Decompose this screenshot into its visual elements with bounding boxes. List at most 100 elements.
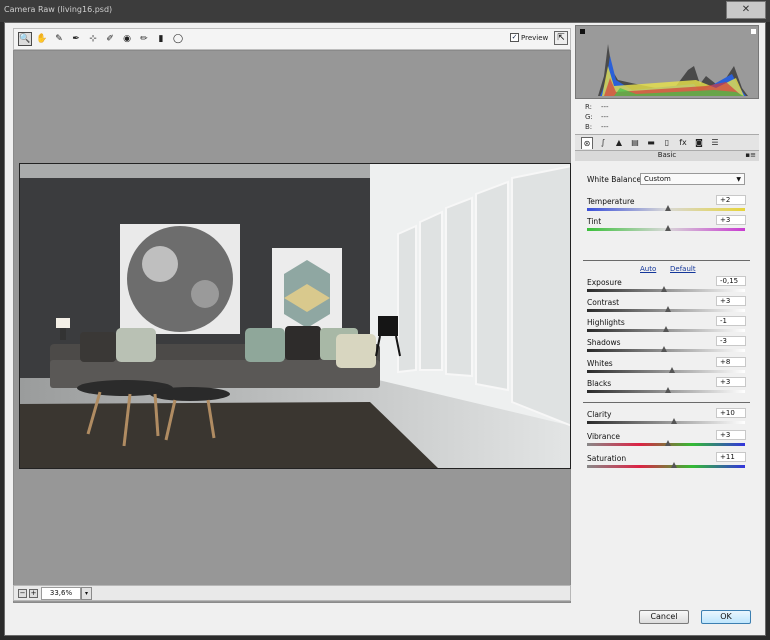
r-label: R: — [585, 103, 593, 111]
image-canvas[interactable] — [13, 50, 571, 603]
white-balance-tool-icon[interactable]: ✎ — [52, 32, 66, 46]
slider-value-temperature[interactable]: +2 — [716, 195, 746, 205]
slider-track-clarity[interactable] — [587, 418, 745, 424]
slider-track-tint[interactable] — [587, 225, 745, 231]
hand-tool-icon[interactable]: ✋ — [35, 32, 49, 46]
zoom-dropdown-icon[interactable]: ▾ — [81, 587, 92, 600]
living-room-photo — [20, 164, 570, 468]
basic-panel: White Balance: Custom ▼ Auto Default Tem… — [575, 161, 759, 601]
cancel-button[interactable]: Cancel — [639, 610, 689, 624]
preview-label: Preview — [521, 33, 549, 42]
slider-track-contrast[interactable] — [587, 306, 745, 312]
slider-value-shadows[interactable]: -3 — [716, 336, 746, 346]
slider-label-shadows: Shadows — [587, 338, 621, 347]
slider-thumb[interactable] — [664, 387, 671, 393]
slider-track-shadows[interactable] — [587, 346, 745, 352]
slider-thumb[interactable] — [664, 205, 671, 211]
ok-button[interactable]: OK — [701, 610, 751, 624]
white-balance-label: White Balance: — [587, 175, 644, 184]
slider-track-blacks[interactable] — [587, 387, 745, 393]
histogram — [575, 25, 759, 99]
slider-thumb[interactable] — [664, 225, 671, 231]
slider-value-exposure[interactable]: -0,15 — [716, 276, 746, 286]
basic-tab-icon[interactable]: ⊛ — [581, 137, 593, 149]
slider-thumb[interactable] — [661, 346, 668, 352]
image-preview[interactable] — [19, 163, 571, 469]
chevron-down-icon: ▼ — [736, 176, 741, 183]
panel-menu-icon[interactable]: ▪≡ — [745, 151, 756, 160]
camera-calibration-tab-icon[interactable]: ◙ — [693, 137, 705, 149]
effects-tab-icon[interactable]: fx — [677, 137, 689, 149]
spot-removal-tool-icon[interactable]: ✐ — [103, 32, 117, 46]
slider-thumb[interactable] — [663, 326, 669, 332]
panel-title: Basic — [657, 151, 677, 159]
auto-link[interactable]: Auto — [640, 265, 656, 273]
g-label: G: — [585, 113, 593, 121]
preview-checkbox[interactable]: ✓ — [510, 33, 519, 42]
slider-label-vibrance: Vibrance — [587, 432, 620, 441]
slider-value-tint[interactable]: +3 — [716, 215, 746, 225]
window-title: Camera Raw (living16.psd) — [4, 5, 113, 14]
slider-value-blacks[interactable]: +3 — [716, 377, 746, 387]
slider-value-vibrance[interactable]: +3 — [716, 430, 746, 440]
slider-label-blacks: Blacks — [587, 379, 612, 388]
r-value: --- — [601, 103, 609, 111]
slider-value-contrast[interactable]: +3 — [716, 296, 746, 306]
slider-label-whites: Whites — [587, 359, 613, 368]
radial-filter-icon[interactable]: ◯ — [171, 32, 185, 46]
white-balance-select[interactable]: Custom ▼ — [640, 173, 745, 185]
slider-label-temperature: Temperature — [587, 197, 635, 206]
slider-thumb[interactable] — [661, 286, 668, 292]
slider-track-whites[interactable] — [587, 367, 745, 373]
slider-thumb[interactable] — [669, 367, 676, 373]
slider-value-clarity[interactable]: +10 — [716, 408, 746, 418]
default-link[interactable]: Default — [670, 265, 696, 273]
b-label: B: — [585, 123, 593, 131]
slider-thumb[interactable] — [670, 418, 677, 424]
split-toning-tab-icon[interactable]: ▬ — [645, 137, 657, 149]
color-sampler-tool-icon[interactable]: ✒ — [69, 32, 83, 46]
slider-thumb[interactable] — [670, 462, 677, 468]
red-eye-tool-icon[interactable]: ◉ — [120, 32, 134, 46]
slider-value-saturation[interactable]: +11 — [716, 452, 746, 462]
slider-track-saturation[interactable] — [587, 462, 745, 468]
hsl-tab-icon[interactable]: ▤ — [629, 137, 641, 149]
slider-track-vibrance[interactable] — [587, 440, 745, 446]
panel-tabs: ⊛ ∫ ▲ ▤ ▬ ▯ fx ◙ ☰ — [575, 134, 759, 151]
status-bar: − + 33,6% ▾ — [13, 585, 571, 601]
tone-curve-tab-icon[interactable]: ∫ — [597, 137, 609, 149]
slider-thumb[interactable] — [664, 440, 671, 446]
slider-value-highlights[interactable]: -1 — [716, 316, 746, 326]
separator — [583, 402, 750, 403]
zoom-out-button[interactable]: − — [18, 589, 27, 598]
graduated-filter-icon[interactable]: ▮ — [154, 32, 168, 46]
slider-label-exposure: Exposure — [587, 278, 622, 287]
detail-tab-icon[interactable]: ▲ — [613, 137, 625, 149]
tool-bar: ✓ Preview ⇱ 🔍 ✋ ✎ ✒ ⊹ ✐ ◉ ✏ ▮ ◯ — [13, 28, 571, 50]
panel-header: Basic ▪≡ — [575, 151, 759, 161]
camera-raw-dialog: ✓ Preview ⇱ 🔍 ✋ ✎ ✒ ⊹ ✐ ◉ ✏ ▮ ◯ − + 33,6… — [4, 22, 766, 636]
g-value: --- — [601, 113, 609, 121]
zoom-tool-icon[interactable]: 🔍 — [18, 32, 32, 46]
zoom-level-field[interactable]: 33,6% — [41, 587, 81, 600]
slider-track-exposure[interactable] — [587, 286, 745, 292]
fullscreen-icon[interactable]: ⇱ — [554, 31, 568, 45]
adjustment-brush-icon[interactable]: ✏ — [137, 32, 151, 46]
targeted-adjustment-tool-icon[interactable]: ⊹ — [86, 32, 100, 46]
histogram-graph — [580, 29, 756, 96]
lens-corrections-tab-icon[interactable]: ▯ — [661, 137, 673, 149]
slider-label-contrast: Contrast — [587, 298, 620, 307]
slider-track-temperature[interactable] — [587, 205, 745, 211]
slider-label-clarity: Clarity — [587, 410, 612, 419]
slider-thumb[interactable] — [664, 306, 671, 312]
slider-track-highlights[interactable] — [587, 326, 745, 332]
slider-label-highlights: Highlights — [587, 318, 625, 327]
presets-tab-icon[interactable]: ☰ — [709, 137, 721, 149]
zoom-in-button[interactable]: + — [29, 589, 38, 598]
preview-toggle[interactable]: ✓ Preview — [510, 33, 548, 42]
rgb-readout: R: --- G: --- B: --- — [575, 101, 759, 133]
separator — [583, 260, 750, 261]
white-balance-value: Custom — [644, 175, 671, 183]
close-button[interactable]: ✕ — [726, 1, 766, 19]
slider-value-whites[interactable]: +8 — [716, 357, 746, 367]
